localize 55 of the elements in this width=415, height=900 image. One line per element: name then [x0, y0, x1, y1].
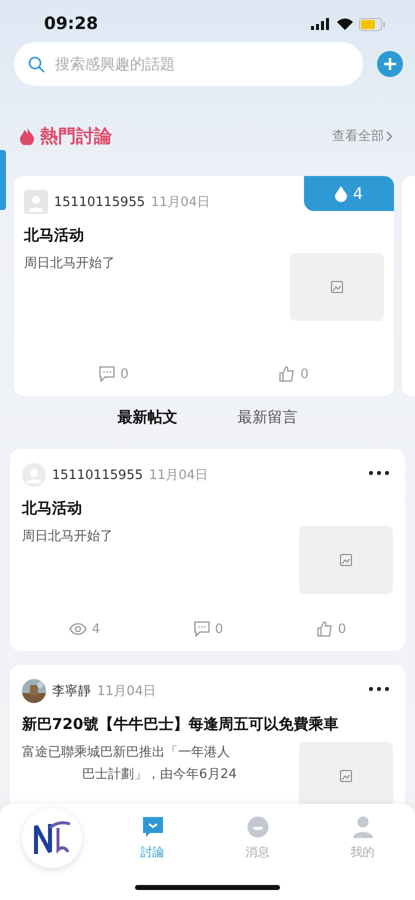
- status-time: 09:28: [44, 14, 98, 34]
- battery-icon: [359, 18, 385, 30]
- stat-count[interactable]: 0: [316, 621, 346, 637]
- username: 15110115955: [54, 194, 145, 210]
- profile-icon: [352, 816, 374, 838]
- flame-icon: [20, 127, 34, 145]
- search-input[interactable]: 搜索感興趣的話題: [53, 54, 349, 74]
- chat-icon: [142, 816, 164, 838]
- thumbs-up-icon: [279, 366, 296, 382]
- post-title: 新巴720號【牛牛巴士】每逢周五可以免費乘車: [22, 715, 340, 734]
- message-icon: [246, 816, 268, 838]
- post-card[interactable]: 李寧靜 11月04日 新巴720號【牛牛巴士】每逢周五可以免費乘車 富途已聯乘城巴新巴推出「一年港人 巴士計劃」，由今年6月24: [10, 665, 405, 804]
- comment-icon: [194, 621, 210, 637]
- eye-icon: [68, 623, 87, 635]
- more-icon: [369, 687, 389, 691]
- nav-tab[interactable]: 討論: [134, 804, 170, 862]
- signal-icon: [311, 18, 331, 30]
- chevron-right-icon: [386, 130, 393, 142]
- search-field[interactable]: 搜索感興趣的話題: [14, 42, 363, 86]
- scroll-indicator: [0, 150, 6, 210]
- feed-tab[interactable]: 最新留言: [238, 408, 298, 427]
- view-all-link[interactable]: 查看全部: [332, 127, 393, 145]
- stat-count[interactable]: 0: [99, 366, 129, 382]
- comment-icon: [99, 366, 116, 382]
- post-title: 北马活动: [22, 499, 83, 518]
- post-excerpt: 富途已聯乘城巴新巴推出「一年港人 巴士計劃」，由今年6月24: [22, 744, 237, 784]
- heat-count: 4: [352, 184, 364, 203]
- add-button[interactable]: [377, 51, 403, 77]
- post-date: 11月04日: [150, 194, 210, 211]
- stat-count[interactable]: 4: [68, 621, 100, 637]
- username: 15110115955: [52, 468, 143, 482]
- stat-count[interactable]: 0: [194, 621, 224, 637]
- more-icon: [369, 471, 389, 475]
- post-card[interactable]: 15110115955 11月04日 北马活动 周日北马开始了 4 0 0: [10, 449, 405, 651]
- post-date: 11月04日: [97, 683, 156, 700]
- image-icon: [331, 281, 343, 293]
- image-icon: [340, 554, 352, 566]
- feed-tab[interactable]: 最新帖文: [118, 408, 178, 427]
- post-excerpt: 周日北马开始了: [22, 528, 113, 546]
- nav-tab[interactable]: 消息: [240, 804, 276, 862]
- stat-count[interactable]: 0: [279, 366, 309, 382]
- post-excerpt: 周日北马开始了: [24, 255, 115, 273]
- post-date: 11月04日: [148, 467, 208, 484]
- nav-tab[interactable]: 我的: [344, 804, 380, 862]
- post-title: 北马活动: [24, 226, 85, 245]
- section-title: 熱門討論: [40, 125, 112, 148]
- thumbs-up-icon: [316, 621, 333, 637]
- wifi-icon: [337, 18, 353, 30]
- hot-post-card[interactable]: 15110115955 11月04日 4 北马活动 周日北马开始了 0 0: [14, 176, 394, 396]
- image-icon: [340, 770, 352, 782]
- search-icon: [28, 56, 45, 72]
- drop-icon: [334, 186, 347, 202]
- avatar-icon: [24, 190, 48, 214]
- plus-icon: [383, 57, 397, 71]
- username: 李寧靜: [52, 683, 91, 700]
